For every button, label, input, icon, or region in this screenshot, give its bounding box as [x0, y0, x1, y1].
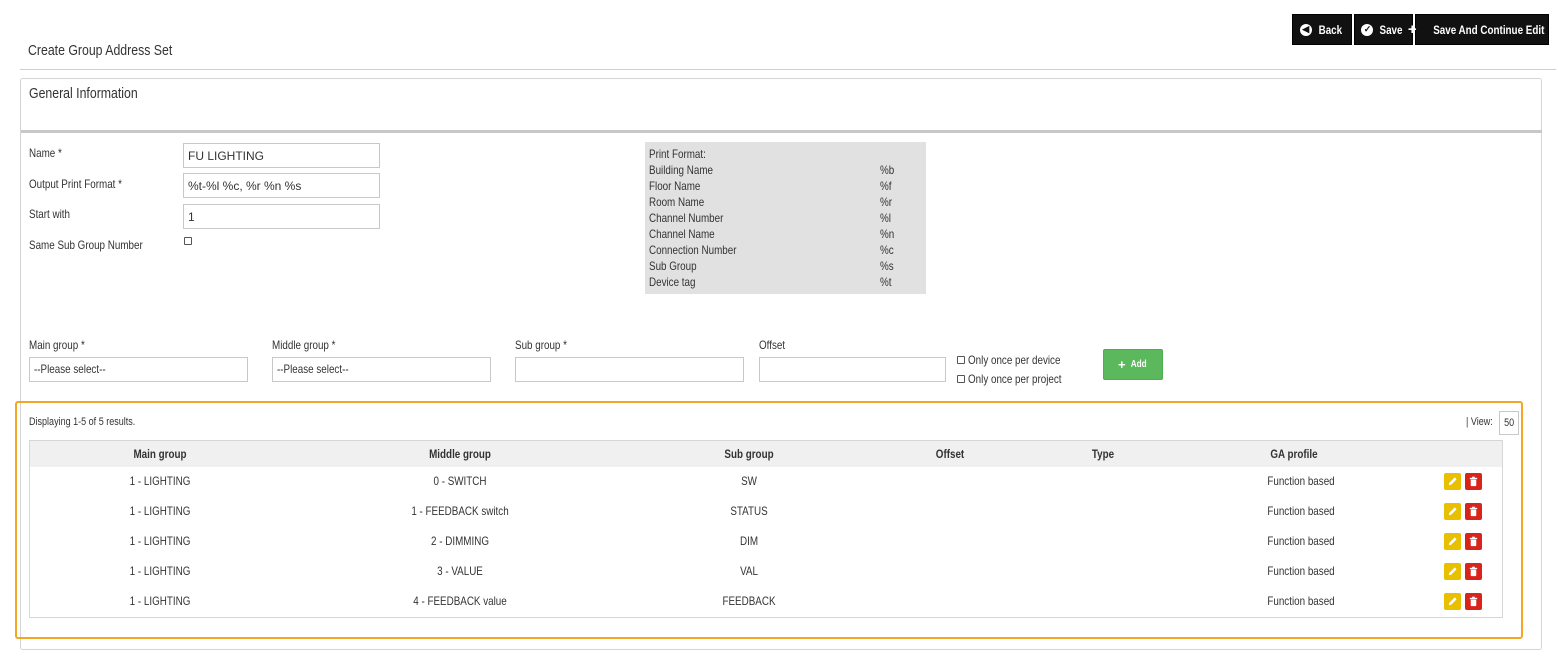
- print-format-code: %n: [880, 227, 895, 241]
- once-per-project-checkbox[interactable]: [957, 375, 965, 383]
- print-format-name: Floor Name: [649, 179, 701, 193]
- add-button[interactable]: + Add: [1103, 349, 1163, 380]
- results-summary: Displaying 1-5 of 5 results.: [29, 416, 136, 428]
- plus-icon: +: [1117, 357, 1126, 372]
- print-format-code: %s: [880, 259, 894, 273]
- trash-icon: [1469, 536, 1478, 547]
- pencil-icon: [1448, 507, 1457, 516]
- same-sub-group-checkbox[interactable]: [184, 237, 192, 245]
- panel-divider: [21, 130, 1542, 133]
- delete-row-button[interactable]: [1465, 533, 1482, 550]
- trash-icon: [1469, 596, 1478, 607]
- plus-icon: +: [1407, 21, 1417, 38]
- page-size-select[interactable]: 50: [1499, 411, 1519, 435]
- print-format-code: %r: [880, 195, 893, 209]
- page-title: Create Group Address Set: [28, 42, 173, 59]
- print-format-name: Room Name: [649, 195, 705, 209]
- edit-row-button[interactable]: [1444, 503, 1461, 520]
- print-format-code: %b: [880, 163, 895, 177]
- trash-icon: [1469, 566, 1478, 577]
- main-group-select[interactable]: --Please select--: [29, 357, 248, 382]
- print-format-name: Device tag: [649, 275, 696, 289]
- output-print-format-input[interactable]: [183, 173, 380, 198]
- sub-group-label: Sub group *: [515, 338, 567, 352]
- pencil-icon: [1448, 567, 1457, 576]
- print-format-name: Channel Number: [649, 211, 724, 225]
- arrow-left-circle-icon: ◀: [1299, 23, 1312, 36]
- same-sub-group-label: Same Sub Group Number: [29, 238, 143, 252]
- once-per-device-checkbox[interactable]: [957, 356, 965, 364]
- main-group-label: Main group *: [29, 338, 85, 352]
- start-with-label: Start with: [29, 207, 71, 221]
- save-button[interactable]: ✓ Save: [1354, 14, 1413, 45]
- print-format-legend: Print Format: Building Name %b Floor Nam…: [645, 142, 926, 294]
- pencil-icon: [1448, 537, 1457, 546]
- delete-row-button[interactable]: [1465, 503, 1482, 520]
- start-with-input[interactable]: [183, 204, 380, 229]
- print-format-title: Print Format:: [649, 147, 706, 161]
- offset-label: Offset: [759, 338, 786, 352]
- back-button[interactable]: ◀ Back: [1292, 14, 1352, 45]
- save-and-continue-button[interactable]: + Save And Continue Edit: [1408, 14, 1549, 45]
- edit-row-button[interactable]: [1444, 563, 1461, 580]
- once-per-device-label: Only once per device: [968, 353, 1061, 367]
- print-format-code: %l: [880, 211, 891, 225]
- edit-row-button[interactable]: [1444, 473, 1461, 490]
- middle-group-label: Middle group *: [272, 338, 336, 352]
- name-label: Name *: [29, 146, 62, 160]
- check-circle-icon: ✓: [1361, 23, 1374, 36]
- offset-input[interactable]: [759, 357, 946, 382]
- delete-row-button[interactable]: [1465, 473, 1482, 490]
- print-format-name: Sub Group: [649, 259, 697, 273]
- print-format-name: Connection Number: [649, 243, 737, 257]
- print-format-code: %c: [880, 243, 894, 257]
- pencil-icon: [1448, 477, 1457, 486]
- sub-group-input[interactable]: [515, 357, 744, 382]
- print-format-name: Channel Name: [649, 227, 715, 241]
- name-input[interactable]: [183, 143, 380, 168]
- panel-title: General Information: [29, 85, 138, 102]
- print-format-name: Building Name: [649, 163, 713, 177]
- trash-icon: [1469, 506, 1478, 517]
- pencil-icon: [1448, 597, 1457, 606]
- delete-row-button[interactable]: [1465, 593, 1482, 610]
- delete-row-button[interactable]: [1465, 563, 1482, 580]
- print-format-code: %t: [880, 275, 892, 289]
- edit-row-button[interactable]: [1444, 533, 1461, 550]
- view-label: | View:: [1466, 416, 1493, 428]
- output-print-format-label: Output Print Format *: [29, 177, 122, 191]
- title-divider: [20, 69, 1556, 70]
- print-format-code: %f: [880, 179, 892, 193]
- middle-group-select[interactable]: --Please select--: [272, 357, 491, 382]
- trash-icon: [1469, 476, 1478, 487]
- once-per-project-label: Only once per project: [968, 372, 1062, 386]
- edit-row-button[interactable]: [1444, 593, 1461, 610]
